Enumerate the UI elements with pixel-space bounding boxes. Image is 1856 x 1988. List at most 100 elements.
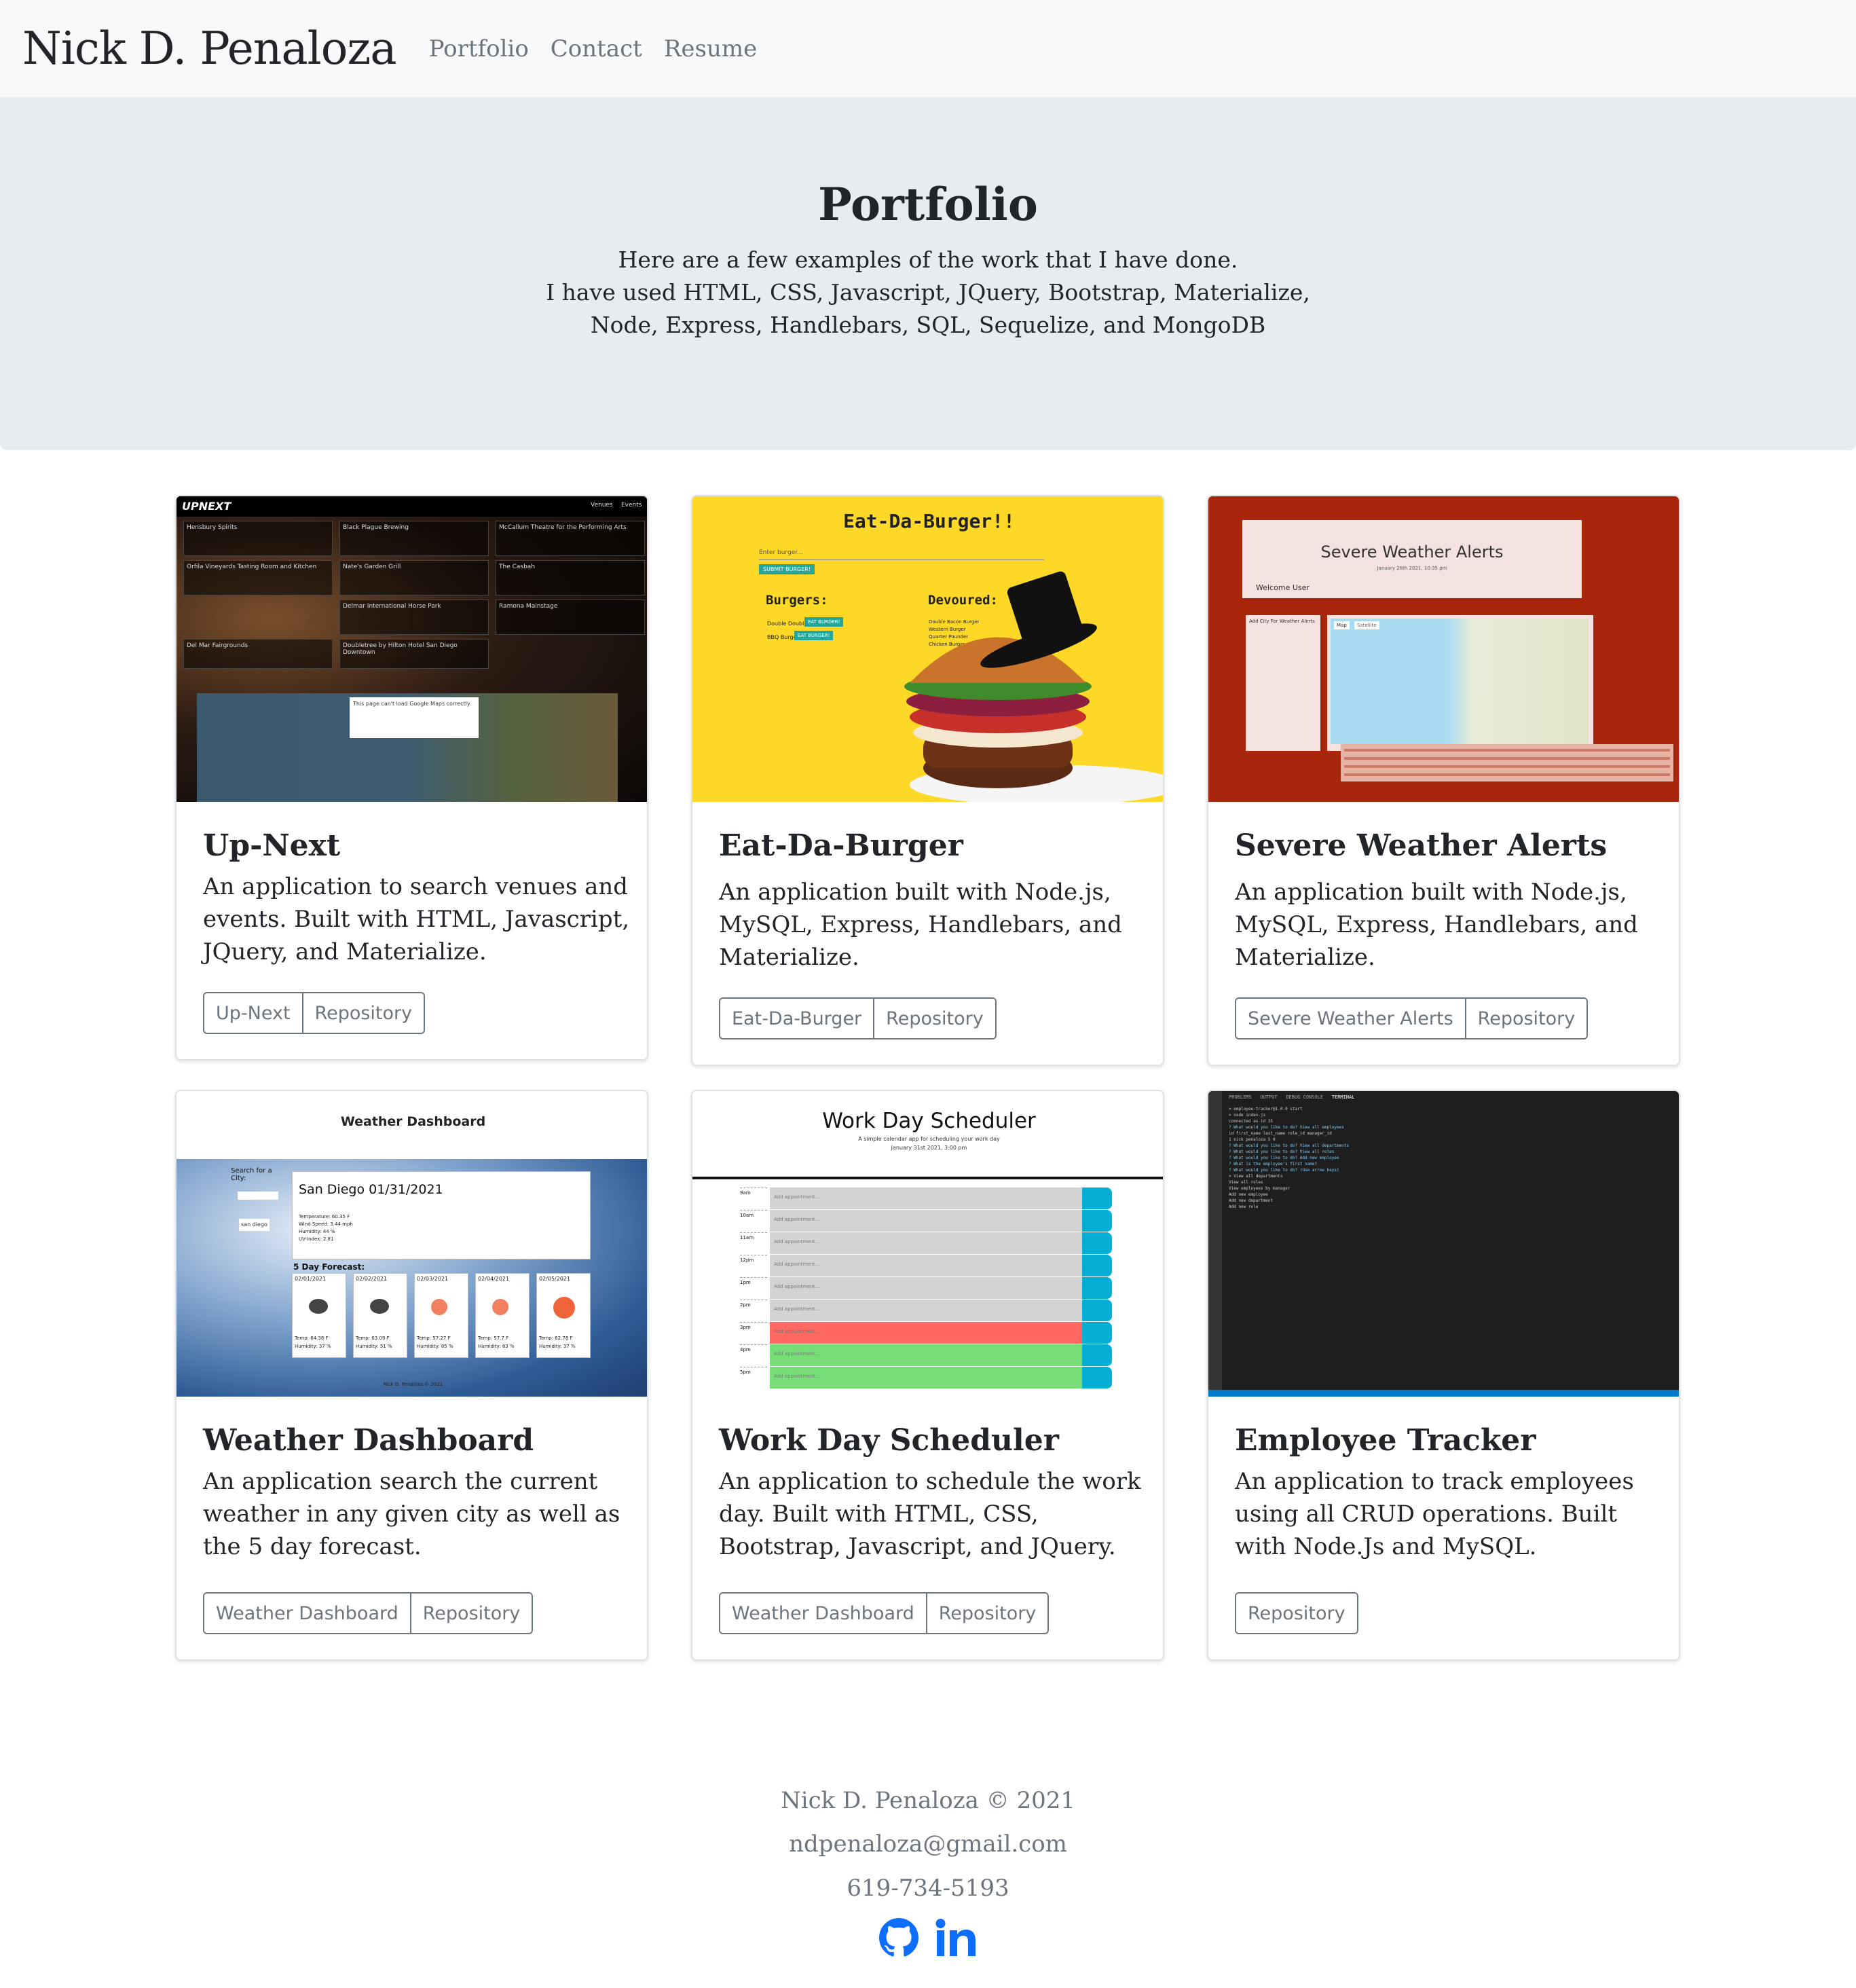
rain-icon bbox=[431, 1299, 447, 1315]
intro-line-2: I have used HTML, CSS, Javascript, JQuer… bbox=[546, 279, 1310, 306]
save-button bbox=[1082, 1232, 1112, 1255]
venue-tile: Doubletree by Hilton Hotel San Diego Dow… bbox=[339, 639, 489, 669]
forecast-label: 5 Day Forecast: bbox=[293, 1262, 365, 1272]
github-icon[interactable] bbox=[879, 1918, 918, 1957]
terminal-line: View employees by manager bbox=[1229, 1186, 1291, 1191]
burger-item: Double Double bbox=[767, 621, 808, 627]
live-site-button[interactable]: Eat-Da-Burger bbox=[720, 999, 874, 1038]
scheduler-subtitle: A simple calendar app for scheduling you… bbox=[858, 1136, 1000, 1142]
terminal-line: View all roles bbox=[1229, 1180, 1263, 1185]
live-site-button[interactable]: Severe Weather Alerts bbox=[1236, 999, 1465, 1038]
project-screenshot-weather-dashboard[interactable]: Weather Dashboard Search for a City: san… bbox=[177, 1091, 647, 1397]
project-screenshot-scheduler[interactable]: Work Day Scheduler A simple calendar app… bbox=[692, 1091, 1163, 1397]
map-error-dialog: This page can't load Google Maps correct… bbox=[350, 697, 479, 738]
nav-link-contact[interactable]: Contact bbox=[551, 35, 642, 62]
alerts-heading: Severe Weather Alerts bbox=[1320, 542, 1504, 562]
linkedin-icon[interactable] bbox=[935, 1918, 977, 1957]
footer-copyright: Nick D. Penaloza © 2021 bbox=[780, 1787, 1076, 1814]
appointment-slot: Add appointment... bbox=[770, 1322, 1082, 1344]
card-title: Employee Tracker bbox=[1235, 1423, 1536, 1458]
submit-burger-button: SUBMIT BURGER! bbox=[759, 564, 815, 574]
venue-tile: Del Mar Fairgrounds bbox=[183, 639, 333, 669]
brand-link[interactable]: Nick D. Penaloza bbox=[22, 22, 397, 75]
upnext-nav-venues: Venues bbox=[591, 502, 613, 509]
project-screenshot-up-next[interactable]: UPNEXT Venues Events Hensbury Spirits Bl… bbox=[177, 496, 647, 802]
project-card-weather-dashboard: Weather Dashboard Search for a City: san… bbox=[175, 1090, 648, 1661]
repository-button[interactable]: Repository bbox=[925, 1594, 1048, 1633]
terminal-line: ? What would you like to do? (Use arrow … bbox=[1229, 1168, 1339, 1173]
forecast-date: 02/02/2021 bbox=[356, 1276, 388, 1282]
rain-icon bbox=[492, 1299, 508, 1315]
project-screenshot-severe-weather[interactable]: Severe Weather Alerts January 26th 2021,… bbox=[1208, 496, 1679, 802]
repository-button[interactable]: Repository bbox=[1236, 1594, 1357, 1633]
card-button-group: Repository bbox=[1235, 1592, 1358, 1634]
terminal-line: ? What would you like to do? View all ro… bbox=[1229, 1149, 1335, 1154]
upnext-nav-events: Events bbox=[621, 502, 642, 509]
page-title: Portfolio bbox=[818, 178, 1038, 231]
hour-label: 4pm bbox=[740, 1344, 767, 1367]
card-button-group: Weather Dashboard Repository bbox=[719, 1592, 1050, 1634]
intro-line-1: Here are a few examples of the work that… bbox=[618, 246, 1238, 273]
terminal-line: ? What would you like to do? View all em… bbox=[1229, 1125, 1344, 1130]
terminal-line: > employee-tracker@1.0.0 start bbox=[1229, 1107, 1303, 1111]
terminal-line: Add new employee bbox=[1229, 1192, 1268, 1197]
scheduler-heading: Work Day Scheduler bbox=[822, 1109, 1036, 1133]
intro-line-3: Node, Express, Handlebars, SQL, Sequeliz… bbox=[590, 312, 1266, 338]
venue-tile: Black Plague Brewing bbox=[339, 521, 489, 556]
terminal-line: > View all departments bbox=[1229, 1174, 1283, 1179]
footer-email[interactable]: ndpenaloza@gmail.com bbox=[0, 1830, 1856, 1858]
repository-button[interactable]: Repository bbox=[409, 1594, 532, 1633]
burger-heading: Eat-Da-Burger!! bbox=[843, 510, 1015, 532]
repository-button[interactable]: Repository bbox=[1464, 999, 1587, 1038]
card-button-group: Eat-Da-Burger Repository bbox=[719, 997, 997, 1039]
project-card-work-day-scheduler: Work Day Scheduler A simple calendar app… bbox=[691, 1090, 1164, 1661]
live-site-button[interactable]: Weather Dashboard bbox=[720, 1594, 926, 1633]
nav-link-resume[interactable]: Resume bbox=[664, 35, 757, 62]
live-site-button[interactable]: Up-Next bbox=[204, 993, 302, 1033]
card-button-group: Severe Weather Alerts Repository bbox=[1235, 997, 1589, 1039]
forecast-humidity: Humidity: 37 % bbox=[539, 1344, 576, 1349]
burger-photo bbox=[904, 571, 1163, 802]
terminal-tab: PROBLEMS bbox=[1229, 1094, 1252, 1100]
terminal-line: ? What would you like to do? View all de… bbox=[1229, 1143, 1350, 1148]
hour-label: 11am bbox=[740, 1232, 767, 1255]
project-card-eat-da-burger: Eat-Da-Burger!! Enter burger... SUBMIT B… bbox=[691, 495, 1164, 1066]
terminal-tab: OUTPUT bbox=[1260, 1094, 1278, 1100]
card-button-group: Up-Next Repository bbox=[203, 992, 426, 1034]
venue-tile: Hensbury Spirits bbox=[183, 521, 333, 556]
repository-button[interactable]: Repository bbox=[873, 999, 995, 1038]
appointment-slot: Add appointment... bbox=[770, 1188, 1082, 1210]
card-description: An application built with Node.js, MySQL… bbox=[1235, 879, 1638, 971]
forecast-date: 02/03/2021 bbox=[417, 1276, 449, 1282]
social-links bbox=[0, 1918, 1856, 1957]
card-title: Up-Next bbox=[203, 828, 341, 863]
cloud-icon bbox=[370, 1299, 389, 1314]
nav-link-portfolio[interactable]: Portfolio bbox=[429, 35, 529, 62]
sun-icon bbox=[553, 1297, 575, 1319]
terminal-line: > node index.js bbox=[1229, 1113, 1266, 1118]
appointment-slot: Add appointment... bbox=[770, 1232, 1082, 1255]
hour-label: 10am bbox=[740, 1210, 767, 1232]
forecast-humidity: Humidity: 85 % bbox=[417, 1344, 453, 1349]
hour-label: 12pm bbox=[740, 1255, 767, 1277]
hour-label: 3pm bbox=[740, 1322, 767, 1344]
dashboard-heading: Weather Dashboard bbox=[340, 1114, 486, 1129]
footer-phone: 619-734-5193 bbox=[847, 1875, 1009, 1902]
forecast-temp: Temp: 57.7 F bbox=[478, 1336, 509, 1341]
terminal-output: > employee-tracker@1.0.0 start > node ind… bbox=[1229, 1106, 1636, 1210]
jumbotron: Portfolio Here are a few examples of the… bbox=[0, 97, 1856, 450]
card-title: Work Day Scheduler bbox=[719, 1423, 1059, 1458]
add-city-label: Add City For Weather Alerts bbox=[1249, 619, 1315, 624]
project-screenshot-eat-da-burger[interactable]: Eat-Da-Burger!! Enter burger... SUBMIT B… bbox=[692, 496, 1163, 802]
project-screenshot-employee-tracker[interactable]: PROBLEMS OUTPUT DEBUG CONSOLE TERMINAL >… bbox=[1208, 1091, 1679, 1397]
dashboard-footer: Nick D. Penaloza © 2021 bbox=[383, 1382, 443, 1387]
satellite-tab: Satellite bbox=[1354, 621, 1379, 629]
forecast-temp: Temp: 62.78 F bbox=[539, 1336, 573, 1341]
terminal-line: id first_name last_name role_id manager_… bbox=[1229, 1131, 1332, 1136]
live-site-button[interactable]: Weather Dashboard bbox=[204, 1594, 410, 1633]
project-card-employee-tracker: PROBLEMS OUTPUT DEBUG CONSOLE TERMINAL >… bbox=[1207, 1090, 1680, 1661]
card-title: Eat-Da-Burger bbox=[719, 828, 963, 863]
appointment-slot: Add appointment... bbox=[770, 1300, 1082, 1322]
welcome-text: Welcome User bbox=[1256, 583, 1310, 592]
repository-button[interactable]: Repository bbox=[301, 993, 424, 1033]
